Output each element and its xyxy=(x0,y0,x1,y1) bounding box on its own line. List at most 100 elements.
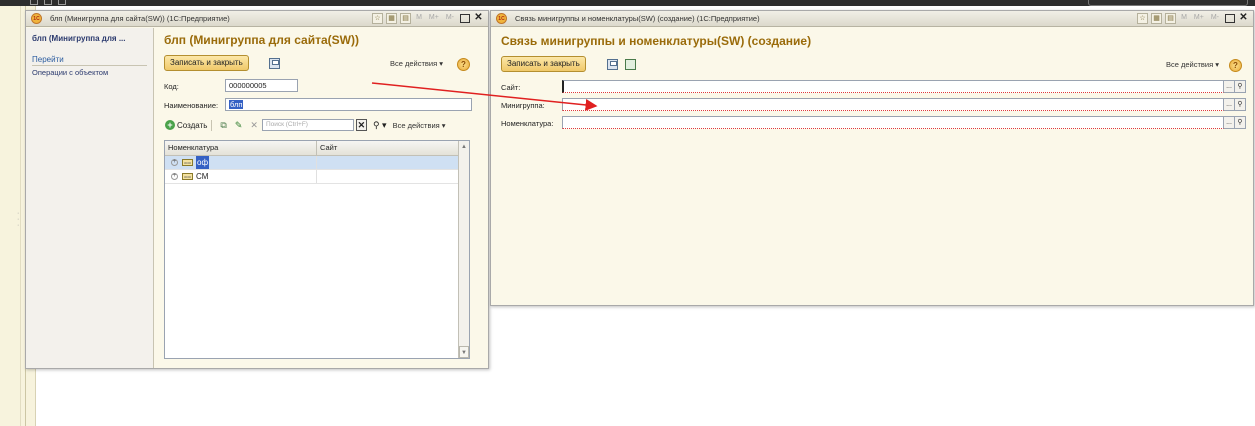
select-ellipsis-icon[interactable]: ... xyxy=(1224,98,1235,111)
1c-logo-icon: 1С xyxy=(496,13,507,24)
all-actions-menu[interactable]: Все действия ▾ xyxy=(390,59,443,68)
table-cell-nomenclature: + ooo оф xyxy=(165,156,317,169)
expand-icon[interactable]: + xyxy=(171,173,178,180)
form-title: блп (Минигруппа для сайта(SW)) xyxy=(164,33,359,47)
group-icon: ooo xyxy=(182,159,193,166)
top-bar xyxy=(0,0,1255,6)
window-title: Связь минигруппы и номенклатуры(SW) (соз… xyxy=(515,14,760,23)
window-titlebar[interactable]: 1С Связь минигруппы и номенклатуры(SW) (… xyxy=(491,11,1253,27)
name-value: блп xyxy=(229,100,244,109)
copy-icon[interactable]: ⧉ xyxy=(220,120,226,131)
nomenclature-table[interactable]: Номенклатура Сайт + ooo оф + ooo СМ ▲ ▼ xyxy=(164,140,470,359)
scroll-up-icon[interactable]: ▲ xyxy=(459,141,469,153)
memory-plus-button[interactable]: M+ xyxy=(427,13,441,24)
toolbar-icon[interactable] xyxy=(44,0,52,5)
site-picker[interactable]: ... ⚲ xyxy=(1224,80,1246,93)
name-field[interactable]: блп xyxy=(225,98,472,111)
create-button[interactable]: + Создать xyxy=(165,120,207,130)
nav-title[interactable]: блп (Минигруппа для ... xyxy=(32,34,147,43)
divider xyxy=(211,119,213,131)
panel-resize-handle[interactable]: · · · xyxy=(17,210,19,229)
table-cell-nomenclature: + ooo СМ xyxy=(165,170,317,183)
form-content: блп (Минигруппа для сайта(SW)) Записать … xyxy=(155,28,489,369)
window-title: блп (Минигруппа для сайта(SW)) (1С:Предп… xyxy=(50,14,230,23)
code-field[interactable]: 000000005 xyxy=(225,79,298,92)
table-all-actions-menu[interactable]: Все действия ▾ xyxy=(393,121,446,130)
nomenclature-field[interactable] xyxy=(562,116,1224,129)
window-link-creation: 1С Связь минигруппы и номенклатуры(SW) (… xyxy=(490,10,1254,306)
minigroup-label: Минигруппа: xyxy=(501,101,545,110)
table-toolbar: + Создать ⧉ ✎ ✕ Поиск (Ctrl+F) ✕ ⚲ ▾ Все … xyxy=(165,119,480,131)
favorite-icon[interactable]: ☆ xyxy=(372,13,384,24)
search-icon[interactable]: ⚲ xyxy=(1235,98,1246,111)
table-cell-site xyxy=(317,170,459,183)
search-icon[interactable]: ⚲ xyxy=(1235,80,1246,93)
site-field[interactable] xyxy=(562,80,1224,93)
1c-logo-icon: 1С xyxy=(31,13,42,24)
close-icon[interactable]: ✕ xyxy=(1238,13,1249,24)
scroll-down-icon[interactable]: ▼ xyxy=(459,346,469,358)
nomenclature-picker[interactable]: ... ⚲ xyxy=(1224,116,1246,129)
save-icon[interactable] xyxy=(269,58,280,69)
memory-minus-button[interactable]: M- xyxy=(444,13,456,24)
column-header-nomenclature[interactable]: Номенклатура xyxy=(165,141,317,155)
structure-icon[interactable] xyxy=(625,59,636,70)
divider xyxy=(32,65,147,66)
row-nomenclature: оф xyxy=(196,156,210,169)
search-icon[interactable]: ⚲ xyxy=(1235,116,1246,129)
delete-icon[interactable]: ✕ xyxy=(250,120,258,131)
calendar-icon[interactable]: ▤ xyxy=(1165,13,1177,24)
maximize-icon[interactable] xyxy=(459,13,470,24)
calculator-icon[interactable]: ▦ xyxy=(386,13,398,24)
memory-m-button[interactable]: M xyxy=(1179,13,1189,24)
nomenclature-label: Номенклатура: xyxy=(501,119,554,128)
table-row[interactable]: + ooo СМ xyxy=(165,170,459,184)
favorite-icon[interactable]: ☆ xyxy=(1137,13,1149,24)
row-nomenclature: СМ xyxy=(196,172,209,181)
window-minigroup: 1С блп (Минигруппа для сайта(SW)) (1С:Пр… xyxy=(25,10,489,369)
code-label: Код: xyxy=(164,82,179,91)
select-ellipsis-icon[interactable]: ... xyxy=(1224,80,1235,93)
form-title: Связь минигруппы и номенклатуры(SW) (соз… xyxy=(501,34,812,48)
maximize-icon[interactable] xyxy=(1224,13,1235,24)
name-label: Наименование: xyxy=(164,101,219,110)
column-header-site[interactable]: Сайт xyxy=(317,141,459,155)
divider xyxy=(20,6,21,426)
navigation-panel: блп (Минигруппа для ... Перейти Операции… xyxy=(26,28,154,368)
toolbar-icon[interactable] xyxy=(58,0,66,5)
close-icon[interactable]: ✕ xyxy=(473,13,484,24)
save-and-close-button[interactable]: Записать и закрыть xyxy=(164,55,249,71)
clear-search-icon[interactable]: ✕ xyxy=(355,119,367,131)
global-search-input[interactable] xyxy=(1088,0,1248,6)
help-icon[interactable]: ? xyxy=(457,58,470,71)
form-content: Связь минигруппы и номенклатуры(SW) (соз… xyxy=(491,28,1253,306)
nav-goto-heading: Перейти xyxy=(32,55,64,64)
memory-minus-button[interactable]: M- xyxy=(1209,13,1221,24)
memory-m-button[interactable]: M xyxy=(414,13,424,24)
search-input[interactable]: Поиск (Ctrl+F) xyxy=(261,119,354,131)
table-row[interactable]: + ooo оф xyxy=(165,156,459,170)
save-icon[interactable] xyxy=(607,59,618,70)
table-cell-site xyxy=(317,156,459,169)
create-label: Создать xyxy=(177,120,208,130)
table-scrollbar[interactable]: ▲ ▼ xyxy=(458,141,469,358)
select-ellipsis-icon[interactable]: ... xyxy=(1224,116,1235,129)
minigroup-picker[interactable]: ... ⚲ xyxy=(1224,98,1246,111)
all-actions-menu[interactable]: Все действия ▾ xyxy=(1166,60,1219,69)
table-header: Номенклатура Сайт xyxy=(165,141,469,156)
memory-plus-button[interactable]: M+ xyxy=(1192,13,1206,24)
site-label: Сайт: xyxy=(501,83,521,92)
toolbar-icon[interactable] xyxy=(30,0,38,5)
save-and-close-button[interactable]: Записать и закрыть xyxy=(501,56,586,72)
minigroup-field[interactable] xyxy=(562,98,1224,111)
expand-icon[interactable]: + xyxy=(171,159,178,166)
calculator-icon[interactable]: ▦ xyxy=(1151,13,1163,24)
group-icon: ooo xyxy=(182,173,193,180)
window-titlebar[interactable]: 1С блп (Минигруппа для сайта(SW)) (1С:Пр… xyxy=(26,11,488,27)
nav-item-operations[interactable]: Операции с объектом xyxy=(32,68,147,77)
help-icon[interactable]: ? xyxy=(1229,59,1242,72)
search-icon[interactable]: ⚲ ▾ xyxy=(373,120,387,131)
plus-icon: + xyxy=(165,120,175,130)
calendar-icon[interactable]: ▤ xyxy=(400,13,412,24)
edit-icon[interactable]: ✎ xyxy=(235,120,243,131)
